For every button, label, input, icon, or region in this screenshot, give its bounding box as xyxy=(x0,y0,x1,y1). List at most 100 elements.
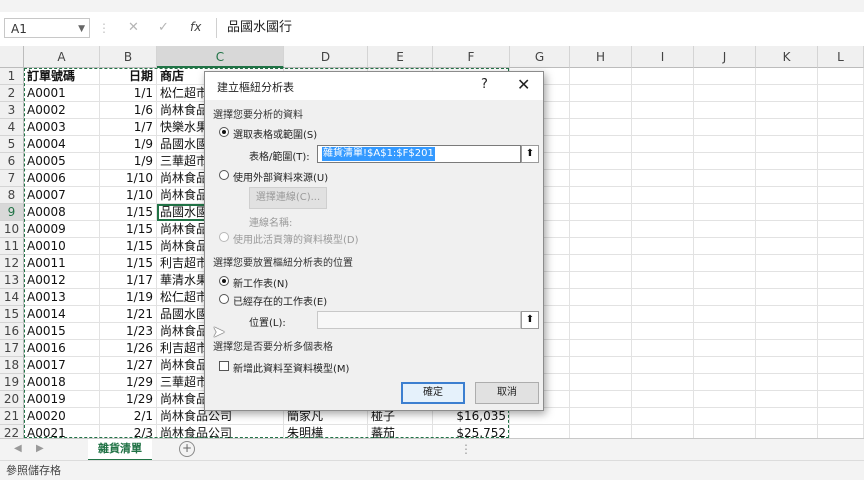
table-cell[interactable] xyxy=(756,408,818,425)
column-header-e[interactable]: E xyxy=(368,46,433,68)
table-cell[interactable] xyxy=(818,357,864,374)
insert-function-icon[interactable]: fx xyxy=(190,20,201,34)
row-header[interactable]: 4 xyxy=(0,119,24,136)
table-cell[interactable] xyxy=(632,170,694,187)
table-cell[interactable] xyxy=(818,323,864,340)
table-cell[interactable] xyxy=(632,204,694,221)
collapse-range-icon[interactable]: ⬆ xyxy=(521,145,539,163)
column-header-c[interactable]: C xyxy=(157,46,284,68)
table-cell[interactable] xyxy=(818,238,864,255)
table-cell[interactable]: A0010 xyxy=(24,238,100,255)
table-cell[interactable] xyxy=(694,340,756,357)
choose-connection-button[interactable]: 選擇連線(C)... xyxy=(249,187,327,209)
radio-existing-sheet-label[interactable]: 已經存在的工作表(E) xyxy=(233,293,327,308)
table-cell[interactable]: 1/26 xyxy=(100,340,157,357)
row-header[interactable]: 10 xyxy=(0,221,24,238)
table-cell[interactable]: 朱明樺 xyxy=(284,425,368,438)
table-cell[interactable] xyxy=(694,357,756,374)
table-cell[interactable] xyxy=(570,221,632,238)
table-cell[interactable]: 1/21 xyxy=(100,306,157,323)
table-cell[interactable] xyxy=(818,85,864,102)
table-cell[interactable] xyxy=(818,170,864,187)
next-sheet-icon[interactable]: ▶ xyxy=(36,443,44,454)
sheet-tab-grocery[interactable]: 雜貨清單 xyxy=(88,439,152,462)
table-cell[interactable]: A0015 xyxy=(24,323,100,340)
row-header[interactable]: 13 xyxy=(0,272,24,289)
close-icon[interactable]: ✕ xyxy=(517,75,530,94)
chevron-down-icon[interactable]: ▼ xyxy=(78,19,85,39)
table-cell[interactable]: A0003 xyxy=(24,119,100,136)
table-cell[interactable] xyxy=(756,68,818,85)
table-cell[interactable] xyxy=(570,255,632,272)
table-cell[interactable]: A0012 xyxy=(24,272,100,289)
table-cell[interactable] xyxy=(818,68,864,85)
table-cell[interactable] xyxy=(694,204,756,221)
table-cell[interactable] xyxy=(694,85,756,102)
collapse-location-icon[interactable]: ⬆ xyxy=(521,311,539,329)
table-cell[interactable] xyxy=(694,170,756,187)
column-header-k[interactable]: K xyxy=(756,46,818,68)
table-cell[interactable]: 1/15 xyxy=(100,238,157,255)
row-header[interactable]: 3 xyxy=(0,102,24,119)
table-cell[interactable] xyxy=(570,425,632,438)
table-cell[interactable] xyxy=(694,323,756,340)
table-cell[interactable]: 1/23 xyxy=(100,323,157,340)
table-cell[interactable] xyxy=(632,306,694,323)
radio-select-range-label[interactable]: 選取表格或範圍(S) xyxy=(233,126,317,141)
table-cell[interactable]: A0016 xyxy=(24,340,100,357)
row-header[interactable]: 8 xyxy=(0,187,24,204)
row-header[interactable]: 1 xyxy=(0,68,24,85)
table-cell[interactable] xyxy=(694,391,756,408)
table-cell[interactable] xyxy=(632,153,694,170)
select-all-corner[interactable] xyxy=(0,46,24,68)
table-cell[interactable] xyxy=(756,153,818,170)
column-header-d[interactable]: D xyxy=(284,46,368,68)
row-header[interactable]: 2 xyxy=(0,85,24,102)
table-cell[interactable] xyxy=(818,391,864,408)
table-cell[interactable] xyxy=(756,170,818,187)
table-cell[interactable] xyxy=(756,323,818,340)
table-cell[interactable] xyxy=(632,187,694,204)
table-cell[interactable]: A0008 xyxy=(24,204,100,221)
row-header[interactable]: 19 xyxy=(0,374,24,391)
table-cell[interactable] xyxy=(694,119,756,136)
table-cell[interactable] xyxy=(818,102,864,119)
table-cell[interactable] xyxy=(570,187,632,204)
table-cell[interactable] xyxy=(818,119,864,136)
table-cell[interactable] xyxy=(694,102,756,119)
table-cell[interactable] xyxy=(632,68,694,85)
table-cell[interactable]: 1/1 xyxy=(100,85,157,102)
table-cell[interactable] xyxy=(756,391,818,408)
table-cell[interactable] xyxy=(818,306,864,323)
table-cell[interactable] xyxy=(756,306,818,323)
table-cell[interactable] xyxy=(632,425,694,438)
table-cell[interactable] xyxy=(570,289,632,306)
table-cell[interactable] xyxy=(694,425,756,438)
row-header[interactable]: 5 xyxy=(0,136,24,153)
table-cell[interactable] xyxy=(694,68,756,85)
row-header[interactable]: 14 xyxy=(0,289,24,306)
table-cell[interactable] xyxy=(632,357,694,374)
table-cell[interactable] xyxy=(632,238,694,255)
table-cell[interactable] xyxy=(632,102,694,119)
table-cell[interactable] xyxy=(570,272,632,289)
table-cell[interactable]: 1/15 xyxy=(100,221,157,238)
row-header[interactable]: 9 xyxy=(0,204,24,221)
table-cell[interactable] xyxy=(694,221,756,238)
table-cell[interactable]: 1/27 xyxy=(100,357,157,374)
table-cell[interactable] xyxy=(570,153,632,170)
radio-select-range[interactable] xyxy=(219,127,229,137)
row-header[interactable]: 18 xyxy=(0,357,24,374)
table-cell[interactable] xyxy=(570,340,632,357)
table-cell[interactable]: 1/9 xyxy=(100,136,157,153)
table-cell[interactable]: 1/9 xyxy=(100,153,157,170)
row-header[interactable]: 12 xyxy=(0,255,24,272)
column-header-b[interactable]: B xyxy=(100,46,157,68)
column-header-h[interactable]: H xyxy=(570,46,632,68)
row-header[interactable]: 11 xyxy=(0,238,24,255)
table-cell[interactable] xyxy=(632,221,694,238)
table-cell[interactable] xyxy=(570,170,632,187)
table-cell[interactable]: A0004 xyxy=(24,136,100,153)
table-cell[interactable]: A0018 xyxy=(24,374,100,391)
table-cell[interactable]: 1/7 xyxy=(100,119,157,136)
